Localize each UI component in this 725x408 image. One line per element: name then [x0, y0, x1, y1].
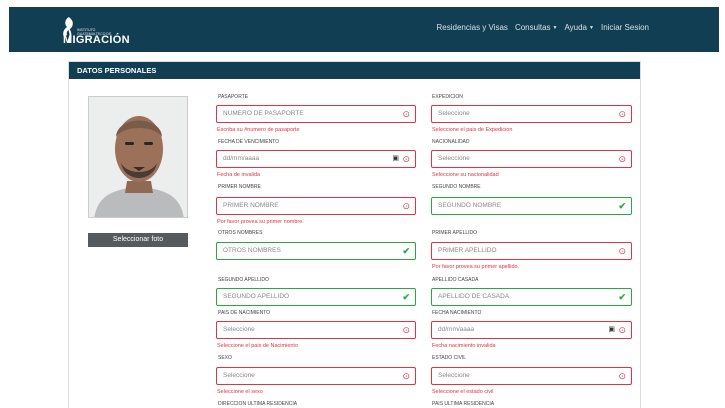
otros-nombres-label: OTROS NOMBRES [218, 230, 263, 236]
segundo-nombre-label: SEGUNDO NOMBRE [432, 184, 481, 190]
primer-nombre-label: PRIMER NOMBRE [218, 184, 261, 190]
pais-nacimiento-feedback: Seleccione el pais de Nacimiento [217, 343, 299, 349]
sexo-value: Seleccione [223, 372, 255, 379]
expedicion-label: EXPEDICION [432, 94, 463, 100]
primer-apellido-input[interactable]: PRIMER APELLIDO ⊙ [431, 242, 632, 260]
sexo-feedback: Seleccione el sexo [217, 389, 263, 395]
caret-down-icon: ▼ [589, 25, 594, 31]
nav-links: Residencias y Visas Consultas ▼ Ayuda ▼ In… [436, 23, 649, 32]
error-icon: ⊙ [402, 201, 410, 211]
error-icon: ⊙ [402, 154, 410, 164]
expedicion-select[interactable]: Seleccione ⊙ [431, 105, 632, 123]
person-portrait-icon [89, 97, 187, 217]
pais-nacimiento-label: PAIS DE NACIMIENTO [218, 310, 271, 316]
fecha-nacimiento-placeholder: dd/mm/aaaa [438, 326, 475, 333]
fecha-vencimiento-placeholder: dd/mm/aaaa [223, 155, 260, 162]
pais-nacimiento-value: Seleccione [223, 326, 255, 333]
fecha-nacimiento-feedback: Fecha nacimiento invalida [432, 343, 496, 349]
direccion-ultima-residencia-label: DIRECCION ULTIMA RESIDENCIA [218, 401, 298, 407]
otros-nombres-placeholder: OTROS NOMBRES [223, 247, 281, 254]
nav-residencias-visas[interactable]: Residencias y Visas [436, 23, 507, 32]
estado-civil-label: ESTADO CIVIL [432, 355, 467, 361]
pasaporte-input[interactable]: NUMERO DE PASAPORTE ⊙ [216, 105, 416, 123]
checkmark-icon: ✔ [402, 246, 410, 256]
segundo-nombre-input[interactable]: SEGUNDO NOMBRE ✔ [431, 197, 632, 215]
caret-down-icon: ▼ [552, 25, 558, 31]
sexo-label: SEXO [218, 355, 232, 361]
nacionalidad-select[interactable]: Seleccione ⊙ [431, 150, 632, 168]
sexo-select[interactable]: Seleccione ⊙ [216, 367, 416, 385]
logo-title: MIGRACIÓN [63, 34, 130, 46]
estado-civil-value: Seleccione [438, 372, 470, 379]
primer-nombre-placeholder: PRIMER NOMBRE [223, 202, 279, 209]
fecha-nacimiento-input[interactable]: dd/mm/aaaa ▣ ⊙ [431, 321, 632, 339]
segundo-nombre-placeholder: SEGUNDO NOMBRE [438, 202, 502, 209]
primer-apellido-feedback: Por favor provea su primer apellido. [432, 264, 520, 270]
select-error-icon: ⊙ [618, 154, 626, 164]
select-error-icon: ⊙ [618, 109, 626, 119]
applicant-photo [88, 96, 188, 218]
primer-apellido-placeholder: PRIMER APELLIDO [438, 247, 497, 254]
nacionalidad-feedback: Seleccione su nacionalidad [432, 172, 499, 178]
pasaporte-placeholder: NUMERO DE PASAPORTE [223, 110, 304, 117]
fecha-vencimiento-feedback: Fecha de invalida [217, 172, 261, 178]
expedicion-feedback: Seleccione el pais de Expedicion [432, 127, 513, 133]
nav-ayuda-label: Ayuda [564, 23, 588, 32]
error-icon: ⊙ [402, 109, 410, 119]
nav-consultas-dropdown[interactable]: Consultas ▼ [515, 23, 558, 32]
estado-civil-select[interactable]: Seleccione ⊙ [431, 367, 632, 385]
primer-nombre-feedback: Por favor provea su primer nombre. [217, 219, 304, 225]
segundo-apellido-placeholder: SEGUNDO APELLIDO [223, 293, 290, 300]
otros-nombres-input[interactable]: OTROS NOMBRES ✔ [216, 242, 416, 260]
nav-ayuda-dropdown[interactable]: Ayuda ▼ [564, 23, 594, 32]
fecha-vencimiento-label: FECHA DE VENCIMIENTO [218, 139, 280, 145]
nacionalidad-label: NACIONALIDAD [432, 139, 470, 145]
select-error-icon: ⊙ [402, 325, 410, 335]
pasaporte-label: PASAPORTE [218, 94, 249, 100]
nav-iniciar-sesion[interactable]: Iniciar Sesion [601, 23, 649, 32]
error-icon: ⊙ [618, 325, 626, 335]
apellido-casada-placeholder: APELLIDO DE CASADA [438, 293, 510, 300]
fecha-nacimiento-label: FECHA NACIMIENTO [432, 310, 482, 316]
checkmark-icon: ✔ [618, 292, 626, 302]
apellido-casada-label: APELLIDO CASADA [432, 277, 479, 283]
segundo-apellido-label: SEGUNDO APELLIDO [218, 277, 269, 283]
card-title: DATOS PERSONALES [69, 62, 640, 79]
pais-ultima-residencia-label: PAIS ULTIMA RESIDENCIA [432, 401, 495, 407]
migracion-logo[interactable]: INSTITUTO GUATEMALTECO DE MIGRACIÓN [59, 15, 139, 46]
select-error-icon: ⊙ [402, 371, 410, 381]
select-error-icon: ⊙ [618, 371, 626, 381]
error-icon: ⊙ [618, 246, 626, 256]
top-navbar: INSTITUTO GUATEMALTECO DE MIGRACIÓN Resi… [9, 7, 719, 52]
expedicion-value: Seleccione [438, 110, 470, 117]
nacionalidad-value: Seleccione [438, 155, 470, 162]
checkmark-icon: ✔ [402, 292, 410, 302]
primer-apellido-label: PRIMER APELLIDO [432, 230, 478, 236]
pasaporte-feedback: Escriba su #numero de pasaporte [217, 127, 300, 133]
fecha-vencimiento-input[interactable]: dd/mm/aaaa ▣ ⊙ [216, 150, 416, 168]
select-photo-button[interactable]: Seleccionar foto [88, 233, 188, 247]
estado-civil-feedback: Seleccione el estado civil [432, 389, 494, 395]
apellido-casada-input[interactable]: APELLIDO DE CASADA ✔ [431, 288, 632, 306]
calendar-icon[interactable]: ▣ [392, 151, 399, 167]
segundo-apellido-input[interactable]: SEGUNDO APELLIDO ✔ [216, 288, 416, 306]
calendar-icon[interactable]: ▣ [608, 322, 615, 338]
checkmark-icon: ✔ [618, 201, 626, 211]
primer-nombre-input[interactable]: PRIMER NOMBRE ⊙ [216, 197, 416, 215]
pais-nacimiento-select[interactable]: Seleccione ⊙ [216, 321, 416, 339]
nav-consultas-label: Consultas [514, 23, 551, 32]
